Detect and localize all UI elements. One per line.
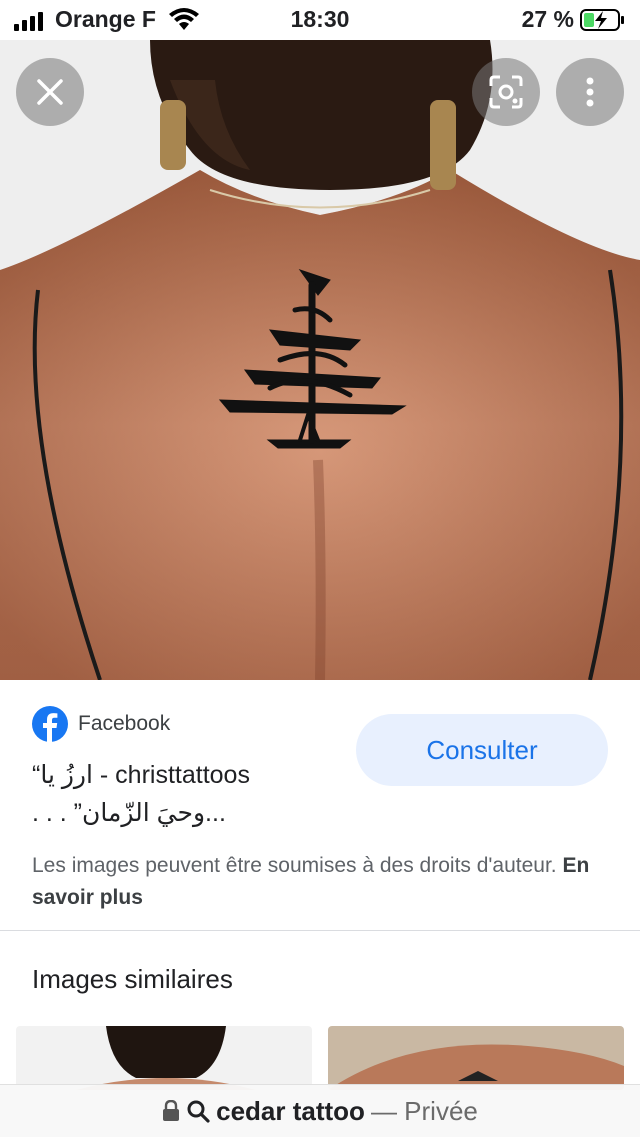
lock-icon: [163, 1100, 180, 1121]
consult-button[interactable]: Consulter: [356, 714, 608, 786]
source-row[interactable]: Facebook: [32, 706, 170, 742]
lens-search-button[interactable]: [472, 58, 540, 126]
divider: [0, 930, 640, 931]
copyright-text: Les images peuvent être soumises à des d…: [32, 854, 557, 877]
similar-image-2: [328, 1026, 624, 1090]
result-title[interactable]: “ارزُ يا - christtattoos . . . ”وحيَ الز…: [32, 756, 332, 832]
similar-image-1: [16, 1026, 312, 1090]
similar-images-heading: Images similaires: [32, 964, 233, 994]
close-icon: [37, 79, 63, 105]
battery-percent: 27 %: [521, 6, 574, 32]
similar-image-thumbnail[interactable]: [328, 1026, 624, 1090]
result-title-line2: . . . ”وحيَ الزّمان...: [32, 799, 226, 827]
more-vertical-icon: [586, 77, 594, 107]
copyright-notice: Les images peuvent être soumises à des d…: [32, 850, 592, 914]
more-options-button[interactable]: [556, 58, 624, 126]
tattoo-back-photo: [0, 40, 640, 680]
facebook-icon: [32, 706, 68, 742]
battery-charging-icon: [580, 8, 626, 37]
source-name: Facebook: [78, 712, 171, 735]
private-mode-label: — Privée: [370, 1095, 478, 1126]
close-button[interactable]: [16, 58, 84, 126]
search-query: cedar tattoo: [216, 1095, 365, 1126]
image-preview[interactable]: [0, 40, 640, 680]
status-bar: Orange F 18:30 27 %: [0, 0, 640, 40]
similar-image-thumbnail[interactable]: [16, 1026, 312, 1090]
address-bar[interactable]: cedar tattoo — Privée: [0, 1084, 640, 1137]
result-title-line1: “ارزُ يا - christtattoos: [32, 761, 250, 789]
lens-icon: [489, 75, 523, 109]
search-icon: [187, 1100, 210, 1123]
